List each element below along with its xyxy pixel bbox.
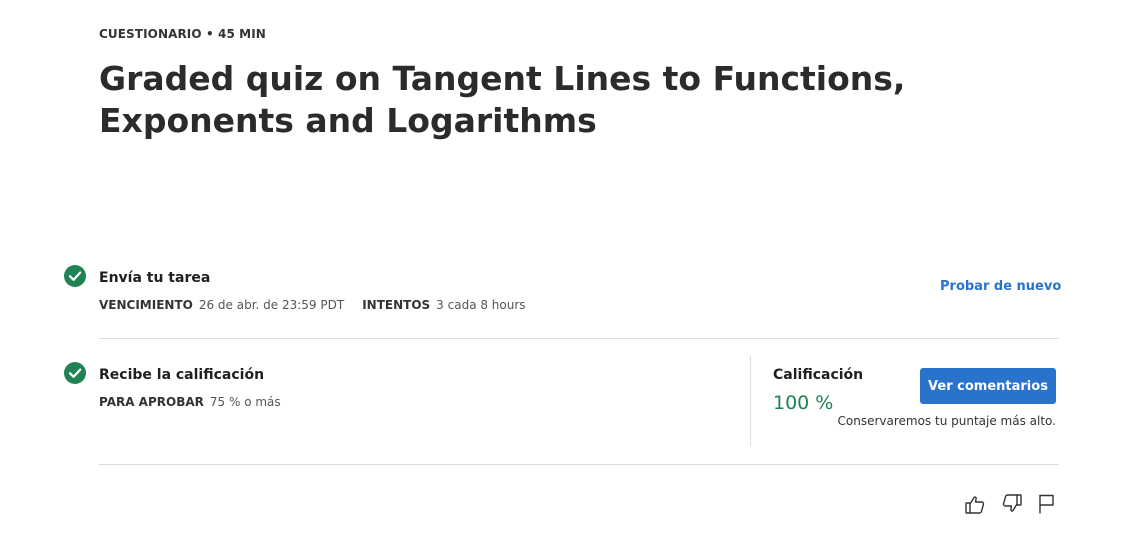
pass-meta: PARA APROBAR 75 % o más: [99, 395, 281, 409]
grade-label: Calificación: [773, 367, 864, 383]
submit-section-title: Envía tu tarea: [99, 270, 211, 286]
divider: [99, 464, 1059, 465]
highest-score-note: Conservaremos tu puntaje más alto.: [837, 414, 1057, 428]
view-feedback-button[interactable]: Ver comentarios: [920, 368, 1056, 404]
grade-value: 100 %: [773, 392, 834, 414]
submit-meta: VENCIMIENTO 26 de abr. de 23:59 PDT INTENT…: [99, 298, 526, 312]
divider: [99, 338, 1059, 339]
attempts-label: INTENTOS: [362, 298, 431, 312]
check-circle-icon: [64, 362, 86, 384]
due-label: VENCIMIENTO: [99, 298, 193, 312]
retry-button[interactable]: Probar de nuevo: [940, 279, 1061, 294]
vertical-divider: [750, 356, 751, 446]
due-value: 26 de abr. de 23:59 PDT: [198, 298, 345, 312]
item-type-label: CUESTIONARIO • 45 MIN: [99, 27, 266, 41]
thumbs-up-icon[interactable]: [963, 492, 987, 516]
pass-label: PARA APROBAR: [99, 395, 204, 409]
thumbs-down-icon[interactable]: [1000, 492, 1024, 516]
receive-section-title: Recibe la calificación: [99, 367, 265, 383]
attempts-value: 3 cada 8 hours: [436, 298, 526, 312]
quiz-page: CUESTIONARIO • 45 MIN Graded quiz on Tan…: [0, 0, 1123, 550]
flag-icon[interactable]: [1035, 492, 1059, 516]
pass-value: 75 % o más: [209, 395, 281, 409]
page-title: Graded quiz on Tangent Lines to Function…: [99, 59, 906, 140]
check-circle-icon: [64, 265, 86, 287]
